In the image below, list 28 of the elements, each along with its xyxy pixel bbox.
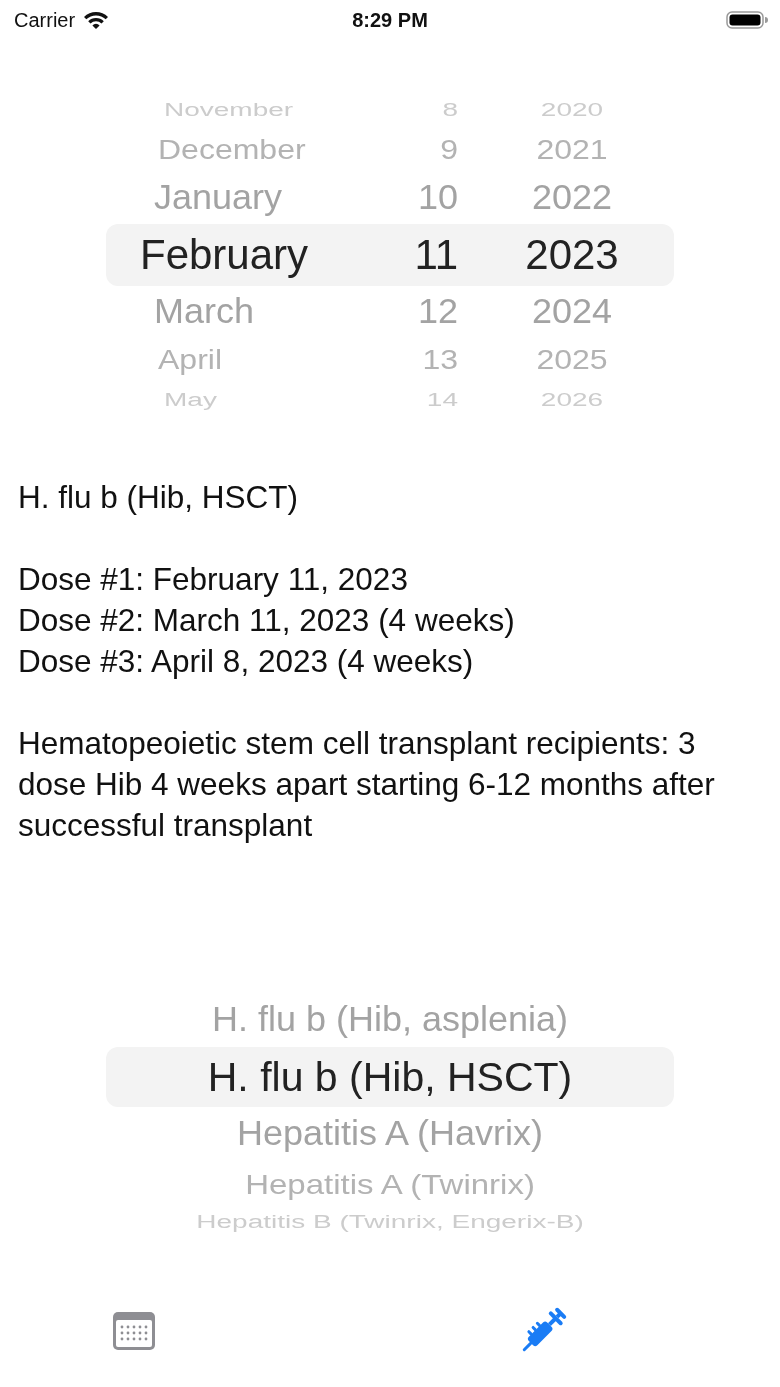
month-option[interactable]: January (154, 180, 283, 216)
year-option[interactable]: 2021 (536, 136, 608, 164)
dose-date: Dose #2: March 11, 2023 (4 weeks) (18, 601, 516, 640)
battery-icon (726, 10, 768, 30)
day-option[interactable]: 9 (440, 136, 458, 164)
year-option[interactable]: 2023 (525, 234, 619, 276)
vaccine-title: H. flu b (Hib, HSCT) (18, 478, 300, 517)
month-option[interactable]: December (158, 136, 306, 164)
vaccine-option[interactable]: Hepatitis A (Twinrix) (245, 1169, 535, 1199)
vaccine-option[interactable]: Hepatitis A (Havrix) (236, 1116, 544, 1152)
day-option[interactable]: 12 (417, 294, 458, 330)
day-option[interactable]: 11 (414, 234, 458, 276)
carrier-label: Carrier (14, 8, 76, 32)
month-option[interactable]: March (154, 294, 255, 330)
vaccine-option[interactable]: H. flu b (Hib, asplenia) (211, 1002, 569, 1038)
wifi-icon (83, 10, 110, 30)
month-option[interactable]: February (140, 234, 309, 276)
vaccine-option[interactable]: H. flu b (Hib, HSCT) (207, 1056, 573, 1098)
year-option[interactable]: 2024 (531, 294, 613, 330)
year-option[interactable]: 2025 (536, 346, 608, 374)
month-option[interactable]: April (158, 346, 222, 374)
day-option[interactable]: 10 (417, 180, 458, 216)
dose-date: Dose #3: April 8, 2023 (4 weeks) (18, 642, 475, 681)
clock-time: 8:29 PM (352, 8, 428, 31)
day-option[interactable]: 13 (422, 346, 458, 374)
year-option[interactable]: 2022 (531, 180, 613, 216)
dose-date: Dose #1: February 11, 2023 (18, 560, 409, 599)
schedule-note: Hematopeoietic stem cell transplant recipients: 3 dose Hib 4 weeks apart starting 6-12 months after successful transplant (18, 724, 716, 845)
